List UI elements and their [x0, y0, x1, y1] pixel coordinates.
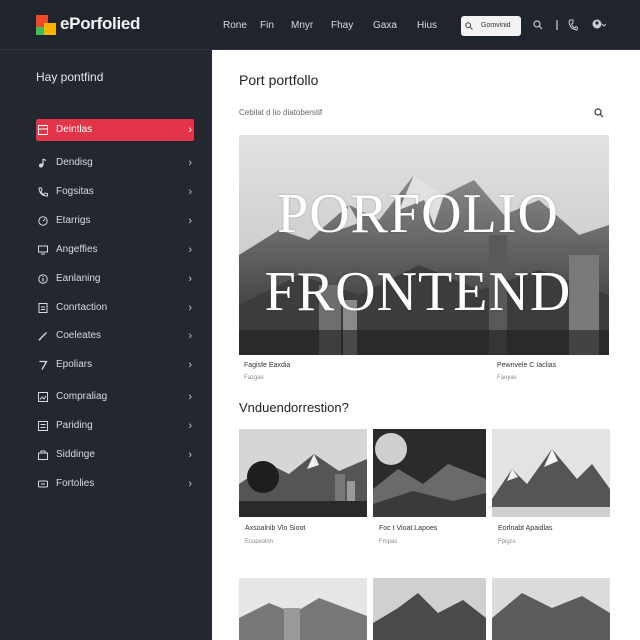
document-icon: [38, 303, 48, 313]
clock-icon: [38, 216, 48, 226]
topnav-item[interactable]: Fin: [260, 20, 274, 31]
topnav-item[interactable]: Hius: [417, 20, 437, 31]
logo-icon: [36, 15, 56, 35]
chevron-right-icon: ›: [188, 124, 192, 136]
card-image: [492, 429, 610, 517]
section-title: Vnduendorrestion?: [239, 400, 349, 415]
sidebar-item-label: Fogsitas: [56, 186, 94, 197]
card-icon: [38, 480, 48, 488]
image-icon: [38, 392, 48, 402]
chevron-right-icon: ›: [188, 273, 192, 285]
chevron-right-icon: ›: [188, 478, 192, 490]
sidebar-title: Hay pontfind: [36, 70, 104, 84]
user-icon[interactable]: [592, 19, 606, 31]
chevron-right-icon: ›: [188, 420, 192, 432]
card-image: [239, 429, 367, 517]
sidebar-item-label: Fortolies: [56, 478, 95, 489]
sidebar-item-deintlas[interactable]: Deintlas ›: [36, 119, 194, 141]
sidebar-item-label: Dendisg: [56, 157, 93, 168]
sidebar-item-coeleates[interactable]: Coeleates ›: [36, 325, 194, 347]
search-icon[interactable]: [594, 108, 604, 118]
info-icon: [38, 274, 48, 284]
sidebar-item-label: Coeleates: [56, 330, 102, 341]
sidebar-item-label: Conrtaction: [56, 302, 108, 313]
hero-caption-left: Fagisfe Eaxdia: [244, 362, 291, 369]
chevron-right-icon: ›: [188, 449, 192, 461]
card-image: [239, 578, 367, 640]
monitor-icon: [38, 245, 48, 255]
sidebar-item-epoliars[interactable]: Epoliars ›: [36, 354, 194, 376]
search-icon: [465, 22, 473, 30]
sidebar-item-label: Siddinge: [56, 449, 95, 460]
sidebar-item-label: Deintlas: [56, 124, 93, 135]
filter-text[interactable]: Cebilat d lio diatoberstif: [239, 108, 322, 117]
search-button[interactable]: Gomvinid: [461, 16, 521, 36]
sidebar-item-dendisg[interactable]: Dendisg ›: [36, 152, 194, 174]
card-sub: Fpigcs: [498, 539, 516, 545]
bag-icon: [38, 450, 48, 460]
topnav-item[interactable]: Rone: [223, 20, 247, 31]
chevron-right-icon: ›: [188, 186, 192, 198]
search-button-label: Gomvinid: [481, 22, 511, 29]
search-icon[interactable]: [533, 20, 543, 30]
sidebar-item-conrtaction[interactable]: Conrtaction ›: [36, 297, 194, 319]
sidebar-item-siddinge[interactable]: Siddinge ›: [36, 444, 194, 466]
hero-sub-right: Fauyas: [497, 375, 517, 381]
chevron-right-icon: ›: [188, 330, 192, 342]
card-caption: Eorlnabt Apaidlas: [498, 525, 553, 532]
card-sub: Ecopxolnn: [245, 539, 274, 545]
topnav-item[interactable]: Mnyr: [291, 20, 313, 31]
phone-icon[interactable]: [568, 19, 578, 31]
seven-icon: [39, 360, 48, 370]
sidebar-item-fortolies[interactable]: Fortolies ›: [36, 473, 194, 495]
layout-icon: [38, 125, 48, 135]
card-sub: Fmpas: [379, 539, 398, 545]
card-caption: Axsoalnib Vlo Sioot: [245, 525, 306, 532]
card-image: [492, 578, 610, 640]
sidebar-item-eanlaning[interactable]: Eanlaning ›: [36, 268, 194, 290]
hero-caption-right: Pewnvele C Iaclias: [497, 362, 557, 369]
sidebar-item-fogsitas[interactable]: Fogsitas ›: [36, 181, 194, 203]
chevron-right-icon: ›: [188, 215, 192, 227]
sidebar-item-label: Etarrigs: [56, 215, 91, 226]
brand-name[interactable]: ePorfolied: [60, 14, 140, 34]
sidebar-item-compraliag[interactable]: Compraliag ›: [36, 386, 194, 408]
chevron-right-icon: ›: [188, 391, 192, 403]
chevron-right-icon: ›: [188, 359, 192, 371]
chevron-right-icon: ›: [188, 302, 192, 314]
sidebar-item-angeffies[interactable]: Angeffies ›: [36, 239, 194, 261]
topnav-item[interactable]: Gaxa: [373, 20, 397, 31]
sidebar-item-label: Epoliars: [56, 359, 93, 370]
mountain-city-image: [239, 135, 609, 355]
card-image: [373, 578, 486, 640]
sidebar-item-label: Pariding: [56, 420, 93, 431]
main-content: Port portfollo Cebilat d lio diatobersti…: [212, 50, 640, 640]
hero-sub-left: Fazgas: [244, 375, 264, 381]
pen-icon: [38, 332, 47, 341]
sidebar-item-pariding[interactable]: Pariding ›: [36, 415, 194, 437]
hero-image[interactable]: [239, 135, 609, 355]
phone-icon: [38, 187, 48, 197]
sidebar-item-label: Angeffies: [56, 244, 98, 255]
card-caption: Foc t Vioat Lapoes: [379, 525, 438, 532]
music-icon: [39, 158, 47, 168]
sidebar-item-label: Eanlaning: [56, 273, 101, 284]
bell-icon[interactable]: [553, 20, 561, 30]
chevron-right-icon: ›: [188, 244, 192, 256]
topnav-item[interactable]: Fhay: [331, 20, 353, 31]
sidebar: Hay pontfind Deintlas › Dendisg › Fogsit…: [0, 50, 212, 640]
top-bar: ePorfolied Rone Fin Mnyr Fhay Gaxa Hius …: [0, 0, 640, 50]
page-title: Port portfollo: [239, 72, 319, 88]
chevron-right-icon: ›: [188, 157, 192, 169]
sidebar-item-etarrigs[interactable]: Etarrigs ›: [36, 210, 194, 232]
list-icon: [38, 421, 48, 431]
sidebar-item-label: Compraliag: [56, 391, 108, 402]
card-image: [373, 429, 486, 517]
